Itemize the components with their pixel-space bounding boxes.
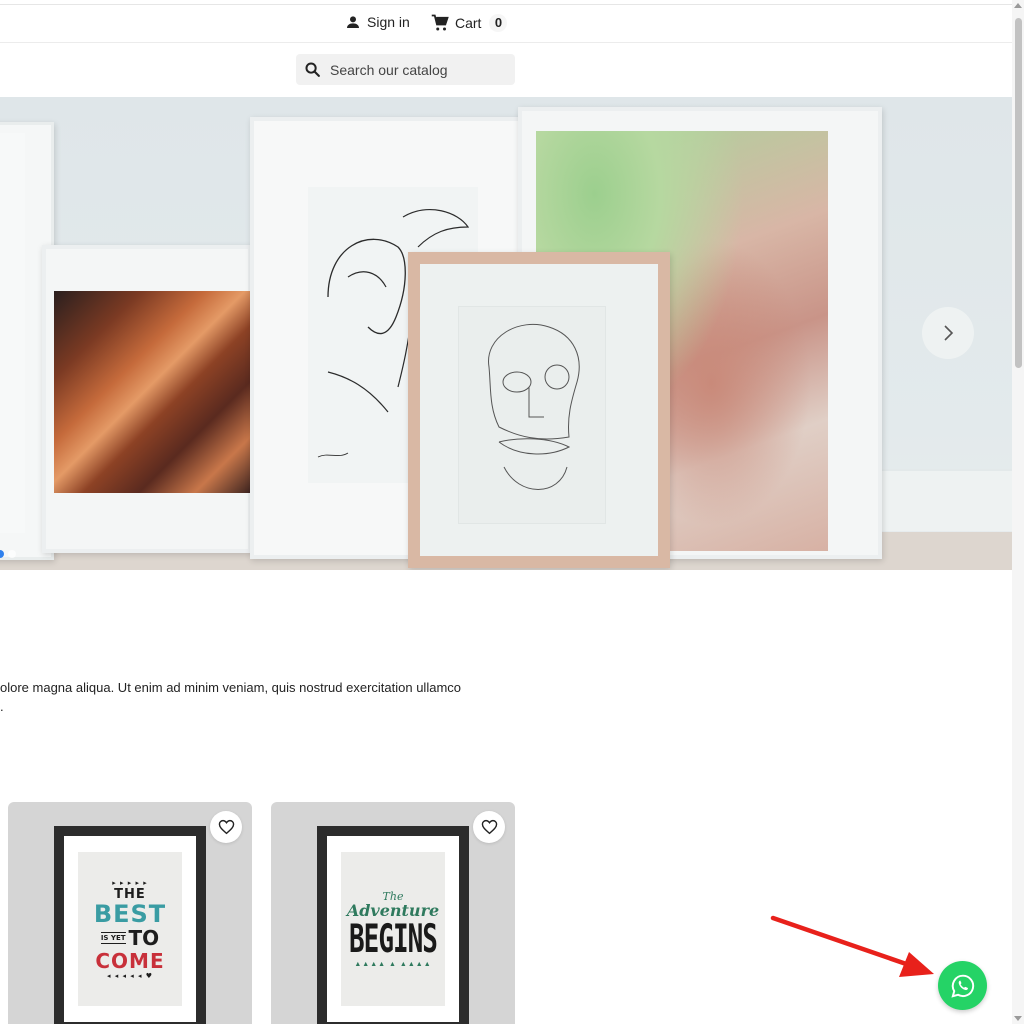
intro-text: olore magna aliqua. Ut enim ad minim ven… (0, 678, 520, 716)
poster-adventure-begins: The Adventure BEGINS ▲▲▲▲ ▲ ▲▲▲▲ (341, 852, 445, 1006)
heart-outline-icon (481, 819, 497, 835)
poster-begins: BEGINS (349, 917, 438, 963)
poster-arrows-bottom: ◂ ◂ ◂ ◂ ◂ ♥ (107, 971, 153, 980)
scroll-thumb[interactable] (1015, 18, 1022, 368)
scroll-down-arrow[interactable] (1014, 1016, 1022, 1021)
product-card[interactable]: The Adventure BEGINS ▲▲▲▲ ▲ ▲▲▲▲ (271, 802, 515, 1024)
intro-line-1: olore magna aliqua. Ut enim ad minim ven… (0, 680, 461, 695)
poster-come: COME (95, 948, 165, 973)
wishlist-button[interactable] (473, 811, 505, 843)
vertical-scrollbar[interactable] (1012, 0, 1024, 1024)
product-card[interactable]: ▸ ▸ ▸ ▸ ▸ THE BEST IS YET TO COME ◂ ◂ ◂ … (8, 802, 252, 1024)
product-image-frame[interactable]: The Adventure BEGINS ▲▲▲▲ ▲ ▲▲▲▲ (317, 826, 469, 1024)
slider-dots (0, 550, 16, 558)
whatsapp-icon (950, 974, 974, 998)
intro-line-2: . (0, 699, 4, 714)
chevron-right-icon (944, 325, 954, 341)
sign-in-link[interactable]: Sign in (345, 14, 410, 30)
sign-in-label: Sign in (367, 14, 410, 30)
whatsapp-button[interactable] (938, 961, 987, 1010)
slider-next-button[interactable] (922, 307, 974, 359)
poster-to: TO (128, 925, 160, 950)
wishlist-button[interactable] (210, 811, 242, 843)
search-icon (305, 62, 320, 77)
heart-outline-icon (218, 819, 234, 835)
search-input[interactable] (330, 61, 500, 78)
cart-label: Cart (455, 15, 482, 31)
canyon-photo (54, 291, 250, 493)
hero-slider[interactable] (0, 97, 1012, 570)
cart-icon (431, 14, 449, 31)
user-icon (347, 16, 359, 28)
wall-trim (870, 469, 1012, 531)
cart-link[interactable]: Cart 0 (431, 14, 508, 32)
poster-best-is-yet-to-come: ▸ ▸ ▸ ▸ ▸ THE BEST IS YET TO COME ◂ ◂ ◂ … (78, 852, 182, 1006)
poster-arrows-top: ▸ ▸ ▸ ▸ ▸ (112, 878, 148, 887)
scroll-up-arrow[interactable] (1014, 3, 1022, 8)
header-nav: Sign in Cart 0 (0, 5, 1012, 43)
cart-count-badge: 0 (489, 14, 508, 32)
frame-face-drawing (408, 252, 670, 568)
frame-canyon-photo (42, 245, 252, 553)
search-bar[interactable] (296, 54, 515, 85)
slider-dot-2[interactable] (8, 550, 16, 558)
slider-dot-1[interactable] (0, 550, 4, 558)
product-image-frame[interactable]: ▸ ▸ ▸ ▸ ▸ THE BEST IS YET TO COME ◂ ◂ ◂ … (54, 826, 206, 1024)
face-drawing (458, 306, 606, 524)
poster-best: BEST (93, 899, 167, 928)
poster-is-yet: IS YET (100, 931, 126, 944)
